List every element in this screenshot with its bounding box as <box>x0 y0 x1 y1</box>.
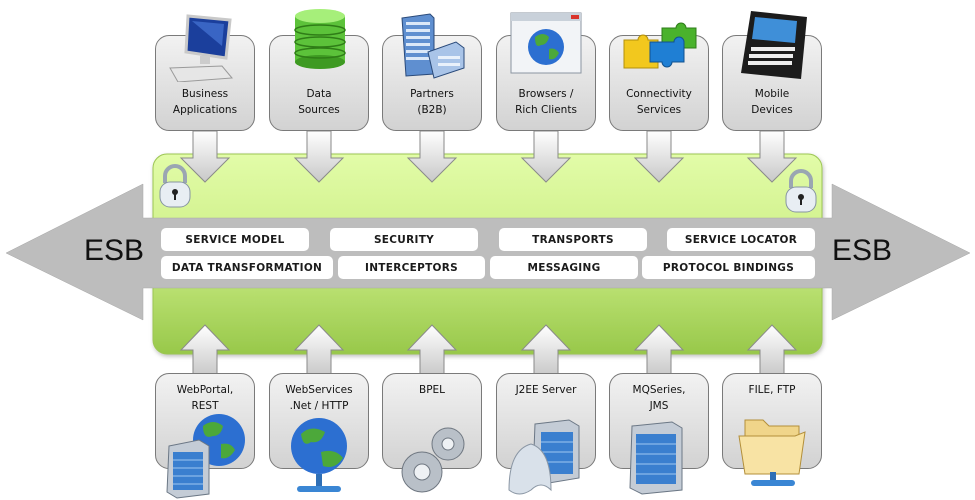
node-label: FILE, FTP <box>748 384 796 396</box>
node-label: Devices <box>751 104 793 116</box>
node-label: Data <box>306 88 332 100</box>
capability-service-model: SERVICE MODEL <box>161 228 309 251</box>
esb-label-left: ESB <box>84 234 145 267</box>
node-label: MQSeries, <box>632 384 686 396</box>
padlock-icon <box>785 169 817 213</box>
server-icon <box>629 421 683 495</box>
browser-globe-icon <box>510 12 582 74</box>
diagram-background <box>5 130 971 377</box>
node-label: Business <box>181 88 229 100</box>
capability-transports: TRANSPORTS <box>499 228 647 251</box>
node-label: Browsers / <box>518 88 574 100</box>
node-label: BPEL <box>418 384 446 396</box>
node-label: Services <box>636 104 682 116</box>
node-label: (B2B) <box>417 104 447 116</box>
node-label: Sources <box>298 104 340 116</box>
esb-diagram: ESB ESB SERVICE MODEL SECURITY TRANSPORT… <box>0 0 975 500</box>
node-label: Connectivity <box>626 88 692 100</box>
database-icon <box>294 9 346 69</box>
mobile-device-icon <box>741 11 807 79</box>
puzzle-pieces-icon <box>623 22 697 69</box>
node-label: J2EE Server <box>515 384 577 396</box>
esb-label-right: ESB <box>832 234 893 267</box>
capability-protocol-bindings: PROTOCOL BINDINGS <box>642 256 815 279</box>
node-label: WebPortal, <box>176 384 234 396</box>
network-folder-icon <box>738 419 806 486</box>
office-building-icon <box>401 13 465 79</box>
capability-security: SECURITY <box>330 228 478 251</box>
node-label: Mobile <box>754 88 790 100</box>
server-globe-icon <box>166 414 245 499</box>
capability-interceptors: INTERCEPTORS <box>338 256 485 279</box>
network-globe-icon <box>291 418 347 492</box>
capability-service-locator: SERVICE LOCATOR <box>667 228 815 251</box>
capability-data-transformation: DATA TRANSFORMATION <box>161 256 333 279</box>
capability-messaging: MESSAGING <box>490 256 638 279</box>
padlock-icon <box>159 164 191 208</box>
node-label: WebServices <box>285 384 353 396</box>
node-label: Rich Clients <box>515 104 577 116</box>
app-server-icon <box>508 419 580 495</box>
node-label: Partners <box>410 88 454 100</box>
node-label: Applications <box>172 104 238 116</box>
gears-icon <box>401 427 465 493</box>
node-label: JMS <box>649 400 669 412</box>
desktop-computer-icon <box>169 14 234 82</box>
